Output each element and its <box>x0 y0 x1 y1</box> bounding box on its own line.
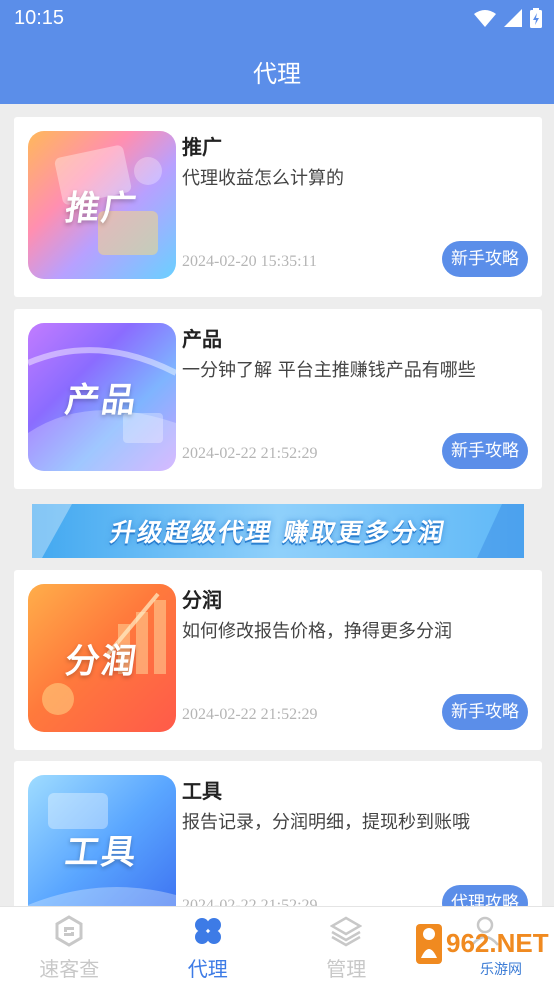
card-tag-button[interactable]: 新手攻略 <box>442 433 528 469</box>
clover-icon <box>194 918 221 944</box>
card-tools[interactable]: 工具 工具 报告记录，分润明细，提现秒到账哦 2024-02-22 21:52:… <box>14 761 542 906</box>
watermark-text: 962.NET <box>446 928 549 958</box>
layers-icon <box>330 916 363 947</box>
status-icons <box>474 8 542 28</box>
thumb-label: 分润 <box>62 641 141 682</box>
card-date: 2024-02-22 21:52:29 <box>182 897 318 906</box>
card-tag-button[interactable]: 代理攻略 <box>442 885 528 906</box>
logo-icon <box>55 915 83 947</box>
tab-home[interactable]: 速客查 <box>0 907 139 984</box>
watermark-logo: 962.NET 乐游网 <box>416 924 549 978</box>
tab-label: 速客查 <box>39 957 100 981</box>
battery-icon <box>530 8 542 28</box>
card-thumbnail: 工具 <box>28 775 176 906</box>
card-date: 2024-02-20 15:35:11 <box>182 253 317 270</box>
card-thumbnail: 推广 <box>28 131 176 279</box>
card-description: 代理收益怎么计算的 <box>182 168 344 189</box>
banner-text: 升级超级代理 赚取更多分润 <box>107 518 448 547</box>
card-date: 2024-02-22 21:52:29 <box>182 706 318 723</box>
card-description: 如何修改报告价格，挣得更多分润 <box>182 621 452 642</box>
card-title: 工具 <box>182 779 222 803</box>
thumb-label: 工具 <box>62 832 141 873</box>
status-time: 10:15 <box>14 7 65 29</box>
tab-agent[interactable]: 代理 <box>139 907 278 984</box>
watermark-subtext: 乐游网 <box>480 962 522 978</box>
wifi-icon <box>474 10 496 27</box>
card-thumbnail: 产品 <box>28 323 176 471</box>
card-description: 报告记录，分润明细，提现秒到账哦 <box>182 812 470 833</box>
signal-icon <box>504 9 522 27</box>
card-promotion[interactable]: 推广 推广 代理收益怎么计算的 2024-02-20 15:35:11 新手攻略 <box>14 117 542 297</box>
content-list[interactable]: 推广 推广 代理收益怎么计算的 2024-02-20 15:35:11 新手攻略… <box>0 104 554 906</box>
card-product[interactable]: 产品 产品 一分钟了解 平台主推赚钱产品有哪些 2024-02-22 21:52… <box>14 309 542 489</box>
title-bar: 代理 <box>0 38 554 104</box>
tab-manage[interactable]: 管理 <box>277 907 416 984</box>
card-profit-share[interactable]: 分润 分润 如何修改报告价格，挣得更多分润 2024-02-22 21:52:2… <box>14 570 542 750</box>
card-title: 推广 <box>182 135 222 159</box>
upgrade-banner[interactable]: 升级超级代理 赚取更多分润 <box>32 504 524 558</box>
card-description: 一分钟了解 平台主推赚钱产品有哪些 <box>182 360 476 381</box>
thumb-label: 产品 <box>62 380 141 421</box>
tab-label: 代理 <box>187 957 228 981</box>
thumb-label: 推广 <box>62 188 141 229</box>
card-tag-button[interactable]: 新手攻略 <box>442 694 528 730</box>
page-title: 代理 <box>253 59 301 88</box>
card-title: 分润 <box>182 588 222 612</box>
card-title: 产品 <box>182 327 222 351</box>
card-thumbnail: 分润 <box>28 584 176 732</box>
status-bar: 10:15 <box>0 0 554 38</box>
tab-label: 管理 <box>326 957 367 981</box>
card-tag-button[interactable]: 新手攻略 <box>442 241 528 277</box>
card-date: 2024-02-22 21:52:29 <box>182 445 318 462</box>
site-watermark: 962.NET 乐游网 <box>412 910 550 980</box>
